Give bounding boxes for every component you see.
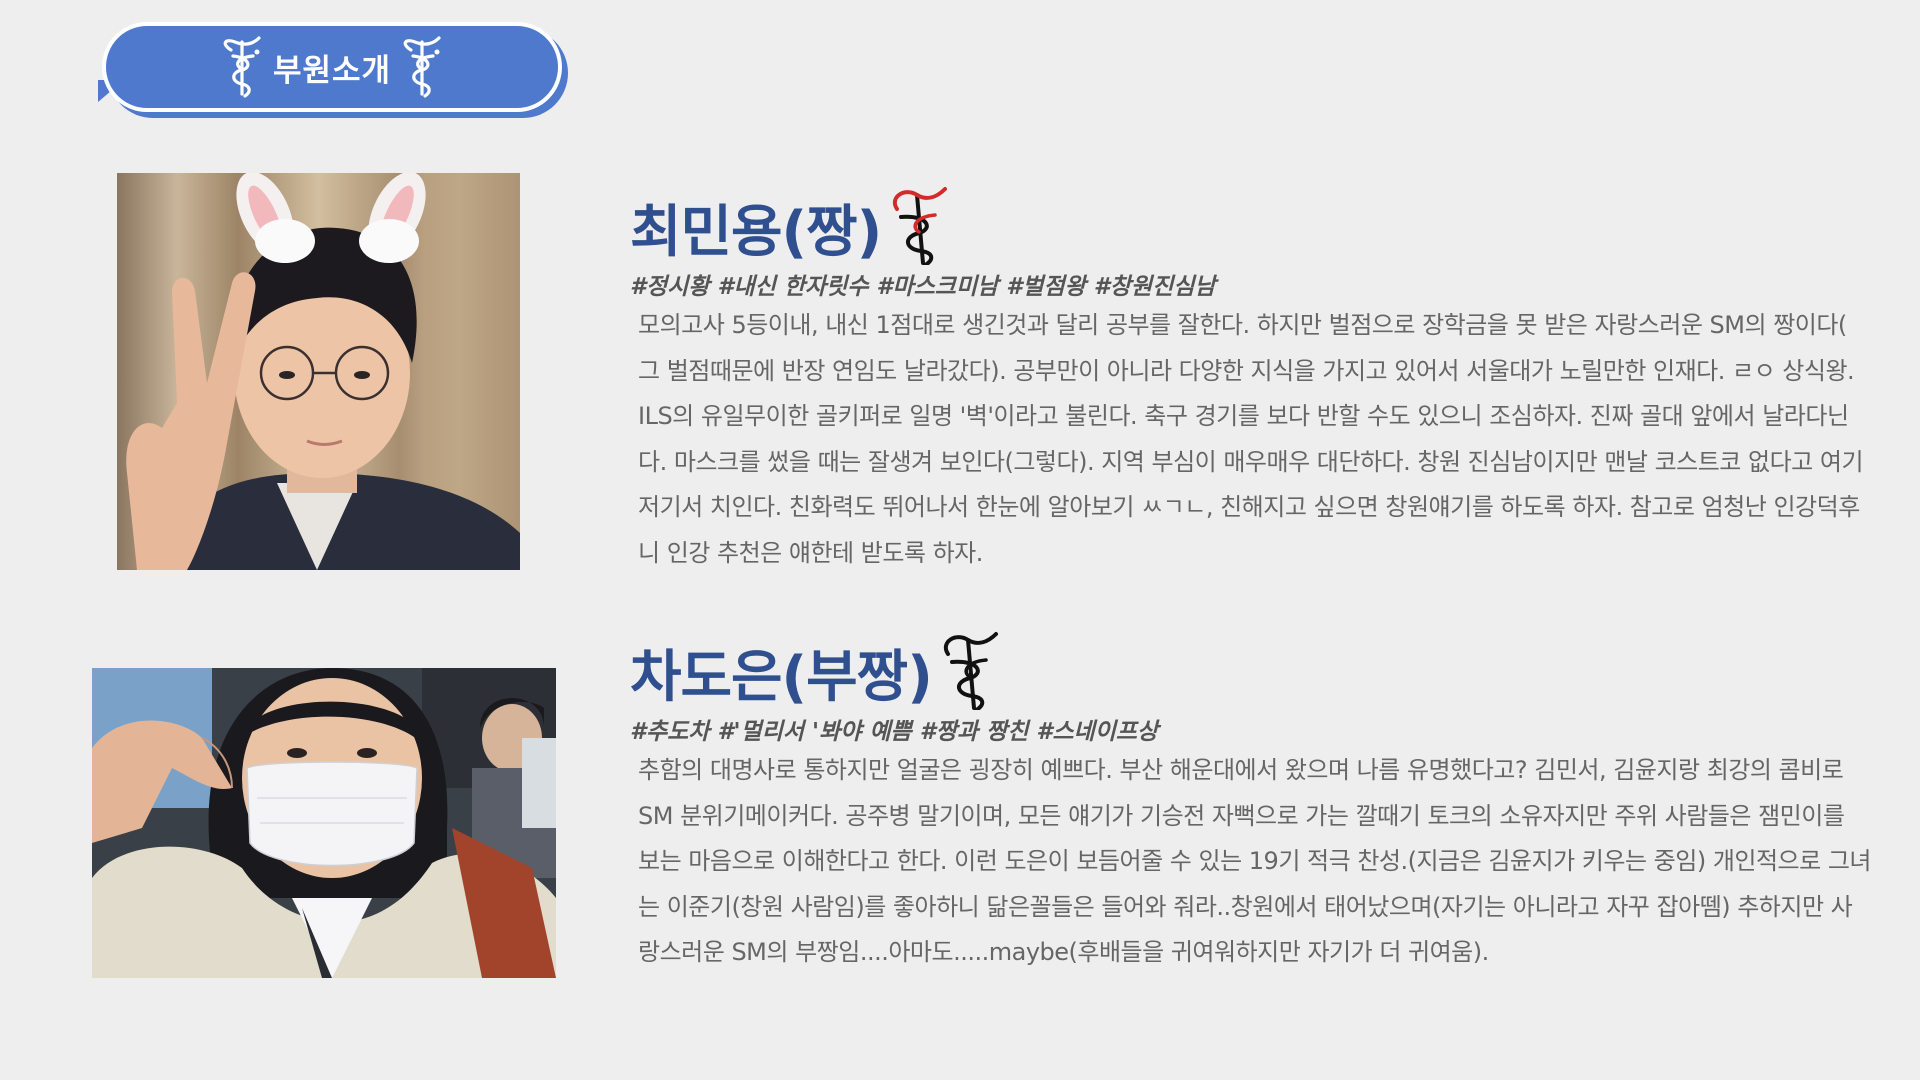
member-bio: 추함의 대명사로 통하지만 얼굴은 굉장히 예쁘다. 부산 해운대에서 왔으며 … bbox=[638, 756, 1872, 966]
member-photo bbox=[92, 668, 556, 978]
member-card: 차도은(부짱) #추도차 #'멀리서 '봐야 예쁨 #짱과 짱친 #스네이프상 … bbox=[630, 620, 1872, 976]
member-name: 차도은(부짱) bbox=[630, 645, 933, 710]
member-tags: #정시황 #내신 한자릿수 #마스크미남 #벌점왕 #창원진심남 bbox=[630, 274, 1216, 300]
member-name: 최민용(짱) bbox=[630, 200, 882, 265]
member-bio: 모의고사 5등이내, 내신 1점대로 생긴것과 달리 공부를 잘한다. 하지만 … bbox=[638, 311, 1864, 567]
member-photo bbox=[117, 173, 520, 570]
caduceus-icon bbox=[399, 36, 445, 98]
slide: 부원소개 최민용(짱) #정시황 #내신 한자릿수 #마스크미남 #벌점왕 #창… bbox=[0, 0, 1920, 1080]
caduceus-red-icon bbox=[887, 185, 949, 265]
header-banner: 부원소개 bbox=[102, 22, 562, 112]
page-title: 부원소개 bbox=[272, 52, 392, 89]
caduceus-icon bbox=[219, 36, 265, 98]
caduceus-icon bbox=[938, 630, 1000, 710]
member-card: 최민용(짱) #정시황 #내신 한자릿수 #마스크미남 #벌점왕 #창원진심남 … bbox=[630, 175, 1870, 576]
member-tags: #추도차 #'멀리서 '봐야 예쁨 #짱과 짱친 #스네이프상 bbox=[630, 719, 1159, 745]
